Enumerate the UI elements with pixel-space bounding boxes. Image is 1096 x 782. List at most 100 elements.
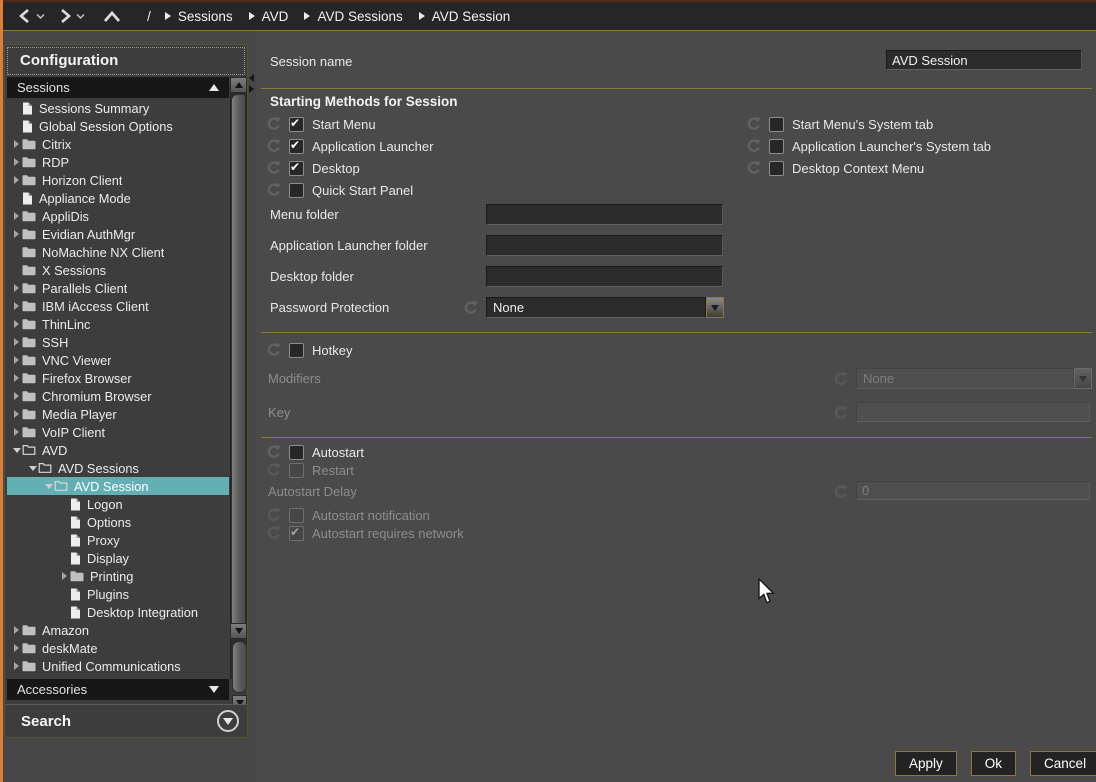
application-launcher-folder-input[interactable]: [486, 235, 723, 256]
tree-item-thinlinc[interactable]: ThinLinc: [7, 315, 229, 333]
tree-item-horizon-client[interactable]: Horizon Client: [7, 171, 229, 189]
tree-item-avd[interactable]: AVD: [7, 441, 229, 459]
tree-item-ssh[interactable]: SSH: [7, 333, 229, 351]
tree-item-ibm-iaccess-client[interactable]: IBM iAccess Client: [7, 297, 229, 315]
expander-collapsed-icon[interactable]: [59, 572, 70, 580]
tree-item-vnc-viewer[interactable]: VNC Viewer: [7, 351, 229, 369]
tree-item-citrix[interactable]: Citrix: [7, 135, 229, 153]
tree-item-firefox-browser[interactable]: Firefox Browser: [7, 369, 229, 387]
revert-icon[interactable]: [266, 116, 282, 132]
expander-collapsed-icon[interactable]: [11, 374, 22, 382]
expander-collapsed-icon[interactable]: [11, 662, 22, 670]
pane-splitter[interactable]: [249, 74, 255, 92]
revert-icon[interactable]: [266, 182, 282, 198]
breadcrumb-sessions[interactable]: Sessions: [165, 9, 233, 24]
revert-icon[interactable]: [266, 507, 282, 523]
checkbox-desktop-context-menu[interactable]: [769, 161, 784, 176]
revert-icon[interactable]: [266, 525, 282, 541]
expander-collapsed-icon[interactable]: [11, 644, 22, 652]
path-root[interactable]: /: [147, 8, 151, 24]
tree-item-display[interactable]: Display: [7, 549, 229, 567]
expander-collapsed-icon[interactable]: [11, 356, 22, 364]
tree-item-evidian-authmgr[interactable]: Evidian AuthMgr: [7, 225, 229, 243]
revert-icon[interactable]: [266, 138, 282, 154]
search-expand-button[interactable]: [217, 710, 239, 732]
back-icon[interactable]: [17, 8, 33, 24]
tree-item-unified-communications[interactable]: Unified Communications: [7, 657, 229, 675]
forward-dropdown-icon[interactable]: [76, 13, 85, 20]
tree-item-desktop-integration[interactable]: Desktop Integration: [7, 603, 229, 621]
breadcrumb-avd[interactable]: AVD: [249, 9, 289, 24]
up-icon[interactable]: [103, 10, 121, 23]
tree-item-media-player[interactable]: Media Player: [7, 405, 229, 423]
expander-collapsed-icon[interactable]: [11, 230, 22, 238]
expander-collapsed-icon[interactable]: [11, 140, 22, 148]
tree-item-logon[interactable]: Logon: [7, 495, 229, 513]
tree-item-amazon[interactable]: Amazon: [7, 621, 229, 639]
tree-item-chromium-browser[interactable]: Chromium Browser: [7, 387, 229, 405]
expander-collapsed-icon[interactable]: [11, 428, 22, 436]
checkbox-application-launcher[interactable]: [289, 139, 304, 154]
checkbox-autostart[interactable]: [289, 445, 304, 460]
tree-item-avd-session[interactable]: AVD Session: [7, 477, 229, 495]
menu-folder-input[interactable]: [486, 204, 723, 225]
breadcrumb-avd-sessions[interactable]: AVD Sessions: [304, 9, 402, 24]
expander-collapsed-icon[interactable]: [11, 338, 22, 346]
revert-icon[interactable]: [746, 138, 762, 154]
tree-item-parallels-client[interactable]: Parallels Client: [7, 279, 229, 297]
checkbox-start-menu[interactable]: [289, 117, 304, 132]
revert-icon[interactable]: [266, 160, 282, 176]
checkbox-hotkey[interactable]: [289, 343, 304, 358]
back-dropdown-icon[interactable]: [36, 13, 45, 20]
expander-collapsed-icon[interactable]: [11, 392, 22, 400]
revert-icon[interactable]: [463, 300, 479, 316]
tree-item-printing[interactable]: Printing: [7, 567, 229, 585]
expander-expanded-icon[interactable]: [43, 484, 54, 489]
tree-item-voip-client[interactable]: VoIP Client: [7, 423, 229, 441]
panel-scrollbar-thumb[interactable]: [232, 641, 247, 693]
tree-item-proxy[interactable]: Proxy: [7, 531, 229, 549]
revert-icon[interactable]: [266, 462, 282, 478]
tree-item-x-sessions[interactable]: X Sessions: [7, 261, 229, 279]
checkbox-desktop[interactable]: [289, 161, 304, 176]
checkbox-quick-start-panel[interactable]: [289, 183, 304, 198]
tree-item-nomachine-nx-client[interactable]: NoMachine NX Client: [7, 243, 229, 261]
tree-item-appliance-mode[interactable]: Appliance Mode: [7, 189, 229, 207]
scrollbar-up-button[interactable]: [230, 77, 247, 93]
tree-item-rdp[interactable]: RDP: [7, 153, 229, 171]
expander-collapsed-icon[interactable]: [11, 320, 22, 328]
session-name-input[interactable]: [886, 50, 1082, 70]
expander-collapsed-icon[interactable]: [11, 302, 22, 310]
tree-item-global-session-options[interactable]: Global Session Options: [7, 117, 229, 135]
revert-icon[interactable]: [266, 444, 282, 460]
revert-icon[interactable]: [746, 116, 762, 132]
forward-icon[interactable]: [57, 8, 73, 24]
expander-collapsed-icon[interactable]: [11, 158, 22, 166]
scrollbar-down-button[interactable]: [230, 623, 247, 639]
expander-collapsed-icon[interactable]: [11, 626, 22, 634]
expander-collapsed-icon[interactable]: [11, 212, 22, 220]
tree-item-plugins[interactable]: Plugins: [7, 585, 229, 603]
cancel-button[interactable]: Cancel: [1030, 751, 1096, 776]
breadcrumb-avd-session[interactable]: AVD Session: [419, 9, 511, 24]
expander-expanded-icon[interactable]: [27, 466, 38, 471]
tree-item-sessions-summary[interactable]: Sessions Summary: [7, 99, 229, 117]
tree-item-applidis[interactable]: AppliDis: [7, 207, 229, 225]
dropdown-arrow-button[interactable]: [706, 297, 724, 318]
apply-button[interactable]: Apply: [895, 751, 957, 776]
expander-collapsed-icon[interactable]: [11, 284, 22, 292]
sidebar-scrollbar-thumb[interactable]: [231, 94, 246, 634]
accordion-accessories[interactable]: Accessories: [7, 679, 229, 700]
tree-item-avd-sessions[interactable]: AVD Sessions: [7, 459, 229, 477]
desktop-folder-input[interactable]: [486, 266, 723, 287]
expander-collapsed-icon[interactable]: [11, 176, 22, 184]
tree-item-deskmate[interactable]: deskMate: [7, 639, 229, 657]
password-protection-select[interactable]: None: [486, 297, 724, 318]
checkbox-application-launcher-s-system-tab[interactable]: [769, 139, 784, 154]
tree-item-options[interactable]: Options: [7, 513, 229, 531]
expander-expanded-icon[interactable]: [11, 448, 22, 453]
expander-collapsed-icon[interactable]: [11, 410, 22, 418]
ok-button[interactable]: Ok: [971, 751, 1016, 776]
checkbox-start-menu-s-system-tab[interactable]: [769, 117, 784, 132]
revert-icon[interactable]: [266, 342, 282, 358]
